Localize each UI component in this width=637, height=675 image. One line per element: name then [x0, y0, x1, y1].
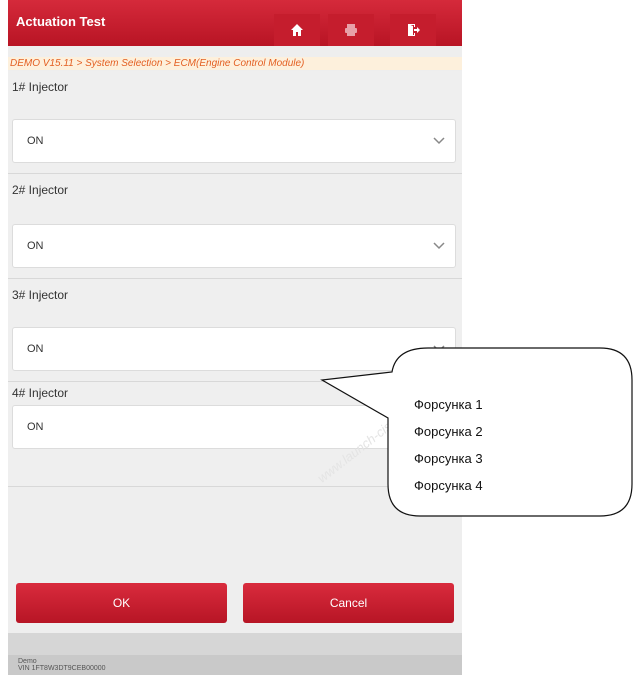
cancel-button[interactable]: Cancel: [243, 583, 454, 623]
callout-line-3: Форсунка 3: [414, 451, 483, 466]
injector-select-1[interactable]: ON: [12, 119, 456, 163]
tablet-screen: Actuation Test DEMO V15.11 > System Sele…: [8, 0, 462, 675]
bottom-bar: [8, 633, 462, 655]
injector-select-2[interactable]: ON: [12, 224, 456, 268]
injector-section-2: 2# Injector ON: [8, 174, 462, 279]
injector-label-2: 2# Injector: [12, 183, 69, 197]
callout-line-1: Форсунка 1: [414, 397, 483, 412]
print-button[interactable]: [328, 14, 374, 46]
home-icon: [291, 24, 303, 36]
print-icon: [345, 24, 357, 36]
status-vin: VIN 1FT8W3DT9CEB00000: [18, 665, 106, 672]
exit-button[interactable]: [390, 14, 436, 46]
callout-line-2: Форсунка 2: [414, 424, 483, 439]
home-button[interactable]: [274, 14, 320, 46]
injector-section-3: 3# Injector ON: [8, 279, 462, 382]
chevron-down-icon: [433, 137, 445, 145]
injector-label-4: 4# Injector: [12, 386, 69, 400]
chevron-down-icon: [433, 345, 445, 353]
injector-value-1: ON: [27, 135, 44, 147]
breadcrumb: DEMO V15.11 > System Selection > ECM(Eng…: [8, 57, 462, 70]
status-bar: Demo VIN 1FT8W3DT9CEB00000: [8, 655, 462, 675]
chevron-down-icon: [433, 242, 445, 250]
injector-label-3: 3# Injector: [12, 288, 69, 302]
injector-value-2: ON: [27, 240, 44, 252]
ok-button[interactable]: OK: [16, 583, 227, 623]
header-bar: Actuation Test: [8, 0, 462, 46]
injector-value-4: ON: [27, 421, 44, 433]
injector-section-4: 4# Injector ON: [8, 382, 462, 487]
exit-icon: [408, 24, 420, 36]
injector-select-3[interactable]: ON: [12, 327, 456, 371]
injector-section-1: 1# Injector ON: [8, 71, 462, 174]
injector-label-1: 1# Injector: [12, 80, 69, 94]
page-title: Actuation Test: [16, 14, 106, 29]
callout-line-4: Форсунка 4: [414, 478, 483, 493]
injector-value-3: ON: [27, 343, 44, 355]
